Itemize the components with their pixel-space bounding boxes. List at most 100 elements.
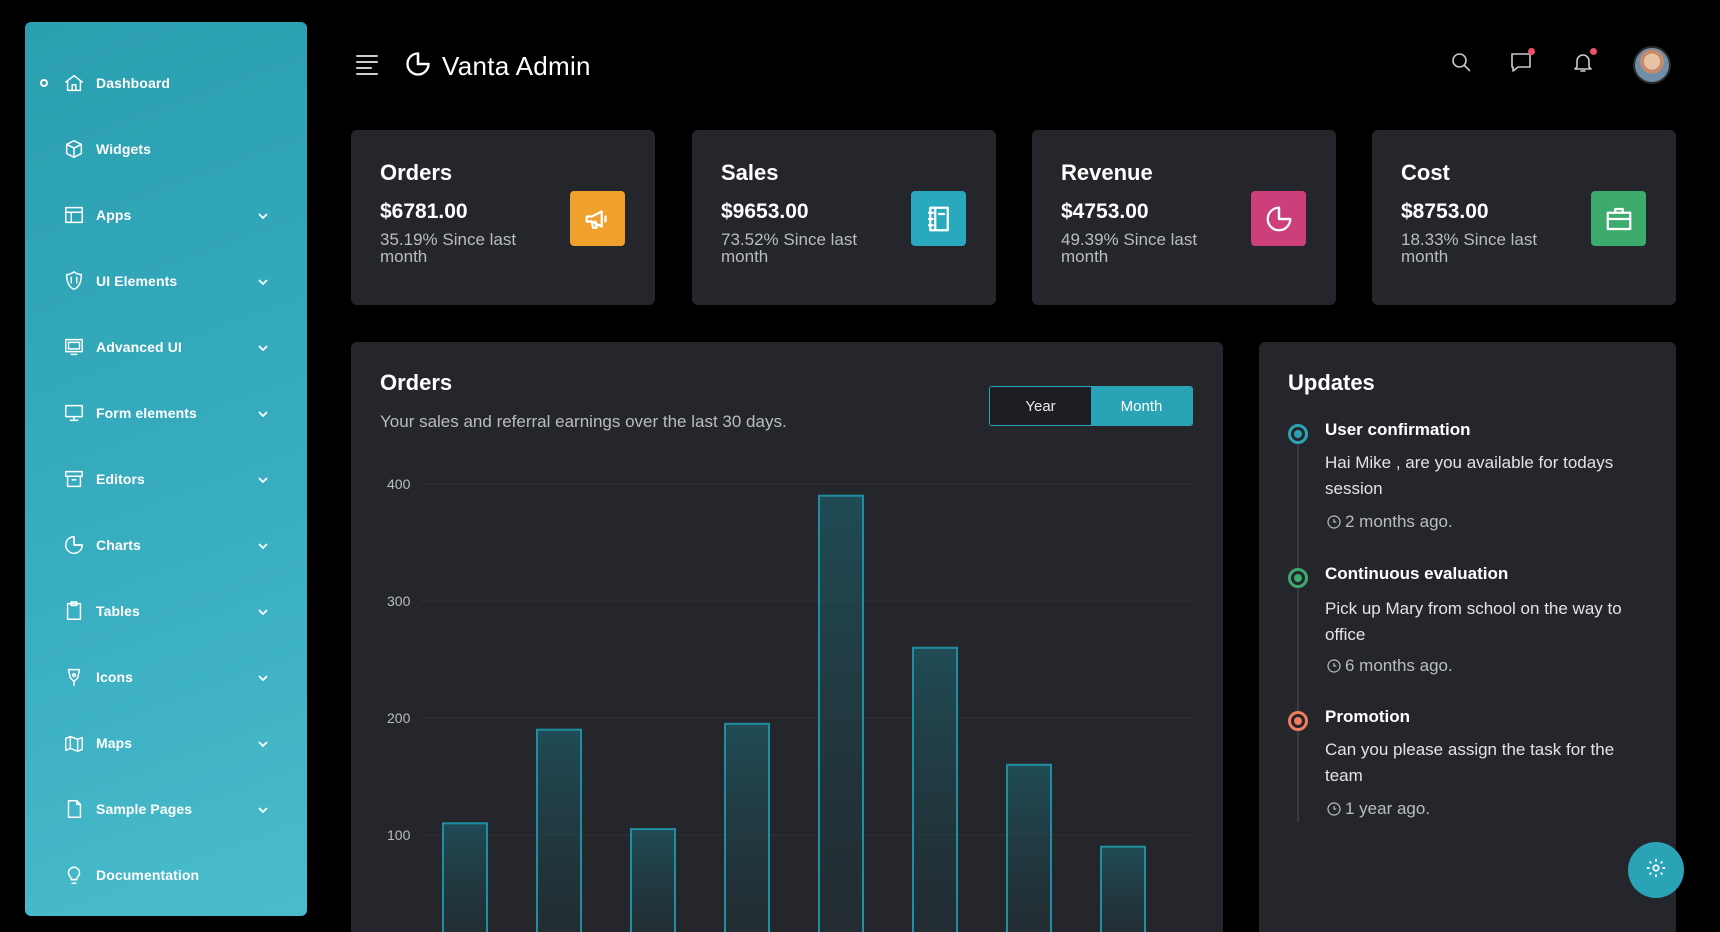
sidebar-item-dashboard[interactable]: Dashboard — [25, 50, 307, 116]
notification-badge — [1590, 48, 1597, 55]
stat-card-cost: Cost $8753.00 18.33% Since last month — [1372, 130, 1676, 305]
sidebar-item-label: Widgets — [96, 141, 152, 157]
stat-title: Cost — [1401, 160, 1450, 185]
sidebar-item-form-elements[interactable]: Form elements — [25, 380, 307, 446]
bell-icon[interactable] — [1571, 48, 1597, 76]
y-tick-label: 300 — [387, 593, 411, 609]
timeline-time: 1 year ago. — [1325, 799, 1430, 819]
layout-icon — [62, 203, 86, 227]
chart-bar — [630, 828, 676, 932]
chevron-down-icon — [257, 803, 269, 815]
message-icon[interactable] — [1509, 48, 1535, 76]
stat-title: Revenue — [1061, 160, 1153, 185]
sidebar-item-widgets[interactable]: Widgets — [25, 116, 307, 182]
settings-icon — [1645, 857, 1667, 884]
sidebar-item-label: Maps — [96, 735, 133, 751]
stat-change: 18.33% Since last month — [1401, 230, 1538, 266]
chevron-down-icon — [257, 275, 269, 287]
timeline-title: User confirmation — [1325, 420, 1471, 439]
clock-icon — [1327, 515, 1341, 529]
brand[interactable]: Vanta Admin — [404, 50, 591, 83]
timeline-time-text: 1 year ago. — [1345, 799, 1431, 818]
timeline-time-text: 2 months ago. — [1345, 512, 1453, 531]
monitor-icon — [62, 335, 86, 359]
active-indicator — [40, 79, 48, 87]
sidebar-item-label: Advanced UI — [96, 339, 182, 355]
sidebar-item-sample-pages[interactable]: Sample Pages — [25, 776, 307, 842]
map-icon — [62, 731, 86, 755]
sidebar-item-icons[interactable]: Icons — [25, 644, 307, 710]
sidebar-item-label: Form elements — [96, 405, 197, 421]
stat-card-sales: Sales $9653.00 73.52% Since last month — [692, 130, 996, 305]
sidebar-item-maps[interactable]: Maps — [25, 710, 307, 776]
sidebar-item-tables[interactable]: Tables — [25, 578, 307, 644]
timeline-body: Can you please assign the task for the t… — [1325, 740, 1615, 785]
megaphone-icon — [570, 191, 625, 246]
shield-icon — [62, 269, 86, 293]
sidebar-item-label: Tables — [96, 603, 140, 619]
clipboard-icon — [62, 599, 86, 623]
chevron-down-icon — [257, 473, 269, 485]
timeline-title: Promotion — [1325, 707, 1410, 726]
chevron-down-icon — [257, 209, 269, 221]
pie-chart-icon — [62, 533, 86, 557]
month-toggle-button[interactable]: Month — [1091, 387, 1192, 425]
stat-change: 73.52% Since last month — [721, 230, 858, 266]
chevron-down-icon — [257, 341, 269, 353]
sidebar-item-label: Dashboard — [96, 75, 171, 91]
sidebar-item-label: Icons — [96, 669, 134, 685]
chart-bar — [442, 822, 488, 932]
stat-value: $8753.00 — [1401, 200, 1489, 223]
box-icon — [62, 137, 86, 161]
chevron-down-icon — [257, 605, 269, 617]
book-icon — [911, 191, 966, 246]
sidebar-item-apps[interactable]: Apps — [25, 182, 307, 248]
chart-bar — [724, 722, 770, 932]
stat-title: Sales — [721, 160, 779, 185]
stat-card-orders: Orders $6781.00 35.19% Since last month — [351, 130, 655, 305]
chart-title: Orders — [380, 370, 453, 395]
chevron-down-icon — [257, 407, 269, 419]
chart-bar — [1006, 763, 1052, 932]
clock-icon — [1327, 802, 1341, 816]
chevron-down-icon — [257, 539, 269, 551]
sidebar-item-label: Apps — [96, 207, 132, 223]
chart-bar — [536, 728, 582, 932]
year-toggle-button[interactable]: Year — [990, 387, 1091, 425]
brand-name: Vanta Admin — [442, 51, 591, 81]
search-icon[interactable] — [1449, 50, 1475, 76]
sidebar-item-label: Charts — [96, 537, 141, 553]
updates-title: Updates — [1288, 370, 1375, 395]
sidebar-item-advanced-ui[interactable]: Advanced UI — [25, 314, 307, 380]
file-icon — [62, 797, 86, 821]
chart-bar — [1100, 845, 1146, 932]
home-icon — [62, 71, 86, 95]
stat-value: $9653.00 — [721, 200, 809, 223]
sidebar-item-documentation[interactable]: Documentation — [25, 842, 307, 908]
pen-icon — [62, 665, 86, 689]
timeline-time-text: 6 months ago. — [1345, 656, 1453, 675]
chart-bar — [912, 646, 958, 932]
sidebar-item-label: Documentation — [96, 867, 200, 883]
avatar[interactable] — [1633, 46, 1671, 84]
sidebar-item-label: UI Elements — [96, 273, 178, 289]
sidebar-item-label: Editors — [96, 471, 145, 487]
archive-icon — [62, 467, 86, 491]
sidebar-item-editors[interactable]: Editors — [25, 446, 307, 512]
timeline-time: 6 months ago. — [1325, 656, 1453, 676]
chart-bar — [818, 494, 864, 932]
settings-button[interactable] — [1628, 842, 1684, 898]
pie-chart-icon — [404, 50, 432, 83]
timeline-dot — [1288, 424, 1308, 444]
sidebar-item-ui-elements[interactable]: UI Elements — [25, 248, 307, 314]
menu-toggle-button[interactable] — [356, 55, 378, 75]
y-tick-label: 100 — [387, 827, 411, 843]
period-toggle: Year Month — [989, 386, 1193, 426]
pie-chart-icon — [1251, 191, 1306, 246]
timeline-title: Continuous evaluation — [1325, 564, 1509, 583]
timeline-dot — [1288, 711, 1308, 731]
timeline-body: Hai Mike , are you available for todays … — [1325, 453, 1614, 498]
clock-icon — [1327, 659, 1341, 673]
chevron-down-icon — [257, 671, 269, 683]
sidebar-item-charts[interactable]: Charts — [25, 512, 307, 578]
